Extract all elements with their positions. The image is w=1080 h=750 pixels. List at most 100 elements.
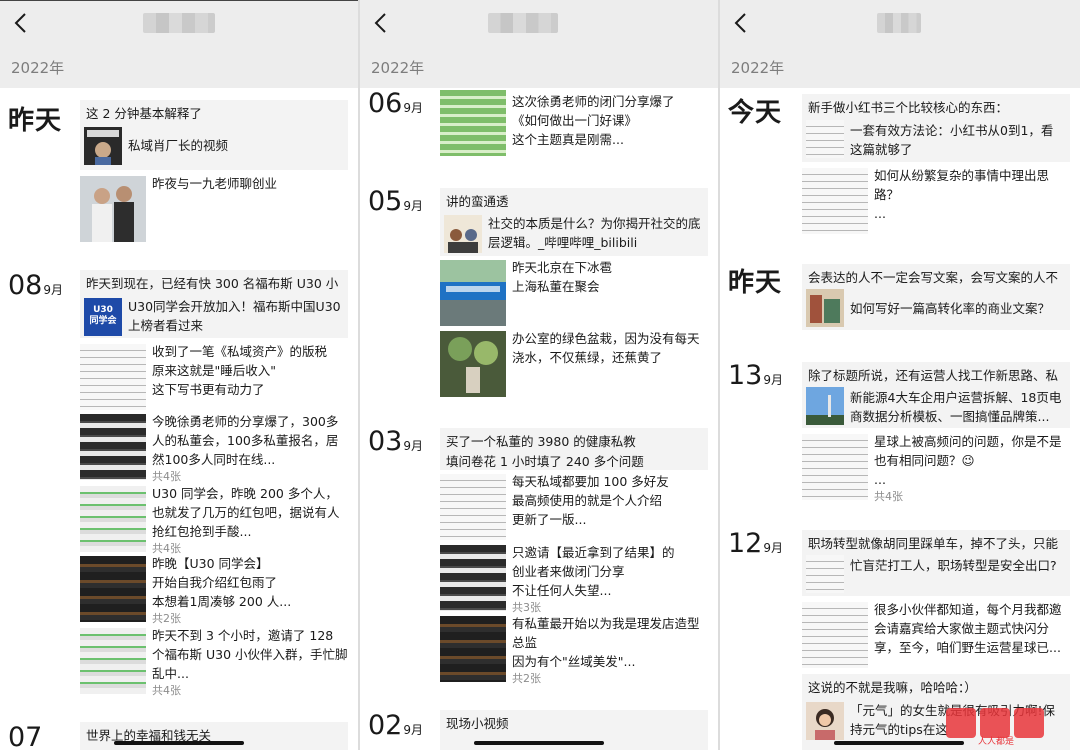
document-thumbnail — [802, 602, 868, 668]
book-thumbnail-icon — [806, 289, 844, 327]
shared-link-card[interactable]: 世界上的幸福和钱无关 — [80, 722, 348, 750]
post-text: 每天私域都要加 100 多好友 最高频使用的就是个人介绍 更新了一版... — [512, 474, 669, 527]
share-title: 新能源4大车企用户运营拆解、18页电商数据分析模板、一图搞懂品牌策... — [850, 390, 1062, 424]
post-text: 昨晚【U30 同学会】 开始自我介绍红包雨了 本想着1周凑够 200 人... 共… — [152, 554, 348, 626]
post-text: 星球上被高频问的问题，你是不是也有相同问题？😉 ... 共4张 — [874, 432, 1070, 504]
shared-link-card[interactable]: 会表达的人不一定会写文案，会写文案的人不 如何写好一篇高转化率的商业文案？ — [802, 264, 1070, 330]
post-text-body: U30 同学会，昨晚 200 多个人，也就发了几万的红包吧，据说有人抢红包抢到手… — [152, 486, 340, 539]
back-arrow-icon[interactable] — [10, 11, 32, 35]
year-bar: 2022年 — [720, 46, 1080, 88]
date-day: 02 — [368, 710, 403, 741]
watermark-logo: 人人都是 — [946, 708, 1044, 747]
shared-link-card[interactable]: 新手做小红书三个比较核心的东西： 一套有效方法论：小红书从0到1，看这篇就够了 — [802, 94, 1070, 162]
date-month: 9月 — [43, 283, 63, 297]
post-text: 办公室的绿色盆栽，因为没有每天浇水，不仅蕉绿，还蕉黄了 — [512, 331, 700, 365]
share-caption: 现场小视频 — [446, 716, 509, 731]
post-text: 如何从纷繁复杂的事情中理出思路？ ... — [874, 168, 1050, 221]
year-label: 2022年 — [731, 59, 785, 77]
post-text: 昨夜与一九老师聊创业 — [152, 176, 278, 191]
share-caption: 这 2 分钟基本解释了 — [86, 106, 202, 121]
chat-screenshot-thumbnail — [80, 628, 146, 694]
image-count: 共4张 — [152, 470, 181, 483]
watermark-text: 人人都是 — [978, 736, 1014, 747]
shared-text-card[interactable]: 买了一个私董的 3980 的健康私教 填问卷花 1 小时填了 240 多个问题 — [440, 428, 708, 470]
back-arrow-icon[interactable] — [730, 11, 752, 35]
post-text: 有私董最开始以为我是理发店造型总监 因为有个"丝域美发"... 共2张 — [512, 614, 708, 686]
share-caption: 除了标题所说，还有运营人找工作新思路、私 — [808, 368, 1059, 383]
chat-screenshot-thumbnail — [80, 414, 146, 480]
document-thumbnail — [802, 168, 868, 234]
date-day: 08 — [8, 270, 43, 301]
shared-link-card[interactable]: 这 2 分钟基本解释了 私域肖厂长的视频 — [80, 100, 348, 170]
post-text: 只邀请【最近拿到了结果】的 创业者来做闭门分享 不让任何人失望... 共3张 — [512, 543, 708, 615]
shared-link-card[interactable]: 除了标题所说，还有运营人找工作新思路、私 新能源4大车企用户运营拆解、18页电商… — [802, 362, 1070, 428]
post-text: 昨天不到 3 个小时，邀请了 128 个福布斯 U30 小伙伴入群，手忙脚乱中.… — [152, 626, 348, 698]
date-month: 9月 — [403, 723, 423, 737]
moments-panel-3: 2022年 今天 新手做小红书三个比较核心的东西： 一套有效方法论：小红书从0到… — [720, 0, 1080, 750]
post-text: 昨天北京在下冰雹 上海私董在聚会 — [512, 260, 613, 294]
date-month: 9月 — [403, 101, 423, 115]
document-thumbnail — [440, 474, 506, 540]
shared-link-card[interactable]: 昨天到现在，已经有快 300 名福布斯 U30 小 U30 同学会 U30同学会… — [80, 270, 348, 338]
share-caption: 职场转型就像胡同里踩单车，掉不了头，只能 — [808, 536, 1059, 551]
year-bar: 2022年 — [360, 46, 718, 88]
date-month: 9月 — [763, 373, 783, 387]
year-label: 2022年 — [11, 59, 65, 77]
share-caption: 昨天到现在，已经有快 300 名福布斯 U30 小 — [86, 276, 339, 291]
date-day: 06 — [368, 88, 403, 119]
top-border — [0, 0, 358, 1]
share-caption: 讲的蛮通透 — [446, 194, 509, 209]
u30-logo-thumbnail: U30 同学会 — [84, 298, 122, 336]
post-text-body: 有私董最开始以为我是理发店造型总监 因为有个"丝域美发"... — [512, 616, 700, 669]
post-text: 今晚徐勇老师的分享爆了，300多人的私董会，100多私董报名，居然100多人同时… — [152, 412, 348, 484]
date-month: 9月 — [403, 439, 423, 453]
article-thumbnail — [806, 555, 844, 593]
share-title: 私域肖厂长的视频 — [128, 138, 229, 153]
shared-link-card[interactable]: 职场转型就像胡同里踩单车，掉不了头，只能 忙盲茫打工人，职场转型是安全出口? — [802, 530, 1070, 596]
moments-panel-2: 2022年 069月 这次徐勇老师的闭门分享爆了 《如何做出一门好课》 这个主题… — [360, 0, 718, 750]
group-photo-thumbnail — [440, 260, 506, 326]
date-label: 059月 — [368, 186, 423, 217]
plant-photo-thumbnail — [440, 331, 506, 397]
post-text-body: 只邀请【最近拿到了结果】的 创业者来做闭门分享 不让任何人失望... — [512, 545, 675, 598]
nav-bar — [720, 0, 1080, 46]
portrait-thumbnail-icon — [806, 702, 844, 740]
nav-bar — [0, 0, 358, 46]
blurred-profile-name — [143, 13, 215, 33]
date-label: 139月 — [728, 360, 783, 391]
date-label: 07 — [8, 722, 42, 750]
home-indicator[interactable] — [114, 741, 244, 745]
day-label: 今天 — [728, 98, 783, 128]
video-thumbnail-icon — [84, 127, 122, 165]
share-title: 一套有效方法论：小红书从0到1，看这篇就够了 — [850, 123, 1054, 157]
date-label: 129月 — [728, 528, 783, 559]
bilibili-thumbnail-icon — [444, 215, 482, 253]
date-label: 039月 — [368, 426, 423, 457]
home-indicator[interactable] — [474, 741, 604, 745]
chat-screenshot-thumbnail — [440, 616, 506, 682]
year-label: 2022年 — [371, 59, 425, 77]
date-day: 12 — [728, 528, 763, 559]
image-count: 共2张 — [152, 612, 181, 625]
post-text: U30 同学会，昨晚 200 多个人，也就发了几万的红包吧，据说有人抢红包抢到手… — [152, 484, 348, 556]
share-caption: 这说的不就是我嘛，哈哈哈：） — [808, 680, 977, 695]
post-text: 这次徐勇老师的闭门分享爆了 《如何做出一门好课》 这个主题真是刚需... — [512, 94, 675, 147]
date-day: 07 — [8, 722, 43, 750]
share-title: U30同学会开放加入！福布斯中国U30上榜者看过来 — [128, 299, 341, 333]
share-caption: 会表达的人不一定会写文案，会写文案的人不 — [808, 270, 1059, 285]
sky-thumbnail-icon — [806, 387, 844, 425]
back-arrow-icon[interactable] — [370, 11, 392, 35]
share-title: 如何写好一篇高转化率的商业文案？ — [850, 301, 1051, 316]
chat-screenshot-thumbnail — [80, 486, 146, 552]
day-label: 昨天 — [728, 268, 783, 298]
shared-link-card[interactable]: 讲的蛮通透 社交的本质是什么？为你揭开社交的底层逻辑。_哔哩哔哩_bilibil… — [440, 188, 708, 256]
image-count: 共3张 — [512, 601, 541, 614]
date-day: 05 — [368, 186, 403, 217]
green-doc-thumbnail — [440, 90, 506, 156]
photo-thumbnail — [80, 176, 146, 242]
share-title: 社交的本质是什么？为你揭开社交的底层逻辑。_哔哩哔哩_bilibili — [488, 216, 701, 250]
date-month: 9月 — [403, 199, 423, 213]
post-text-body: 昨天不到 3 个小时，邀请了 128 个福布斯 U30 小伙伴入群，手忙脚乱中.… — [152, 628, 348, 681]
document-thumbnail — [80, 344, 146, 410]
day-label: 昨天 — [8, 106, 63, 136]
